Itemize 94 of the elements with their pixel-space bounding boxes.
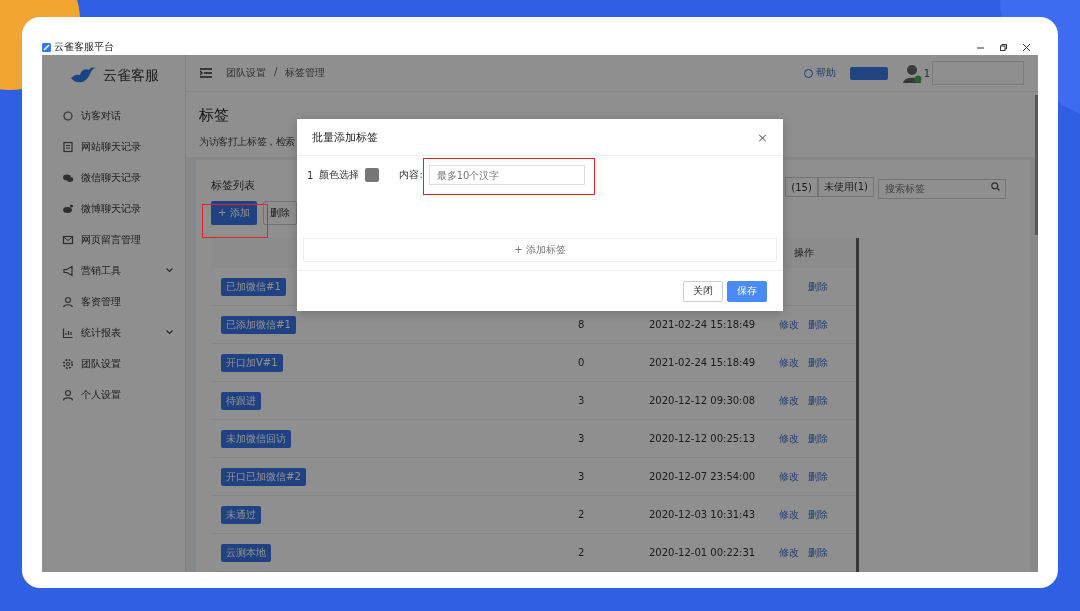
chevron-down-icon: [166, 330, 173, 335]
chevron-down-icon: [166, 268, 173, 273]
filter-tab[interactable]: (15): [785, 177, 818, 197]
table-cell-text: 2: [578, 509, 586, 520]
sidebar-item[interactable]: 客资管理: [42, 286, 185, 317]
tag-label: 开口已加微信#2: [221, 467, 306, 486]
tag-label: 待跟进: [221, 391, 261, 410]
action-link[interactable]: 删除: [808, 317, 828, 332]
tag-label: 未通过: [221, 505, 261, 524]
sidebar-item[interactable]: 网站聊天记录: [42, 131, 185, 162]
tag-label: 未加微信回访: [221, 429, 291, 448]
content-field[interactable]: 最多10个汉字: [428, 165, 585, 185]
table-cell-text: 2021-02-24 15:18:49: [649, 357, 757, 368]
sidebar-item[interactable]: 微博聊天记录: [42, 193, 185, 224]
sidebar-item[interactable]: 营销工具: [42, 255, 185, 286]
action-link[interactable]: 修改: [779, 545, 799, 560]
action-link[interactable]: 修改: [779, 393, 799, 408]
table-cell-text: 2020-12-01 00:22:31: [649, 547, 757, 558]
tag-label: 已加微信#1: [221, 277, 286, 296]
action-link[interactable]: 修改: [779, 355, 799, 370]
action-link[interactable]: 删除: [808, 469, 828, 484]
sidebar-item[interactable]: 访客对话: [42, 100, 185, 131]
breadcrumb-link[interactable]: 团队设置: [226, 66, 266, 81]
breadcrumb-current: 标签管理: [285, 66, 326, 81]
page-description: 为访客打上标签，检索: [199, 135, 295, 150]
app-icon: [42, 42, 51, 52]
card-title: 标签列表: [211, 178, 255, 193]
table-cell-text: 8: [578, 319, 586, 330]
cancel-button[interactable]: 关闭: [683, 280, 723, 302]
gear-icon: [62, 357, 74, 370]
search-icon: [991, 182, 1000, 191]
action-link[interactable]: 修改: [779, 317, 799, 332]
color-label: 颜色选择: [319, 168, 360, 182]
version-badge: [849, 66, 888, 80]
action-link[interactable]: 修改: [779, 431, 799, 446]
logo-text: 云雀客服: [102, 67, 159, 85]
megaphone-icon: [62, 264, 74, 277]
page-title: 标签: [199, 106, 230, 126]
action-link[interactable]: 修改: [779, 507, 799, 522]
close-button[interactable]: ×: [757, 129, 768, 145]
help-link[interactable]: 帮助: [803, 66, 836, 81]
table-cell-text: 2020-12-03 10:31:43: [649, 509, 757, 520]
delete-button[interactable]: 删除: [262, 201, 297, 225]
filter-tab[interactable]: 未使用(1): [817, 177, 874, 197]
bar-chart-icon: [62, 326, 74, 339]
action-link[interactable]: 删除: [808, 279, 828, 294]
user-icon: [62, 388, 74, 401]
add-button[interactable]: + 添加: [211, 201, 257, 225]
window-title: 云雀客服平台: [54, 40, 114, 54]
sidebar-item[interactable]: 团队设置: [42, 348, 185, 379]
chat-icon: [62, 109, 74, 122]
action-link[interactable]: 删除: [808, 545, 828, 560]
sidebar-item[interactable]: 微信聊天记录: [42, 162, 185, 193]
color-picker[interactable]: [365, 168, 380, 182]
table-cell-text: 2: [578, 547, 586, 558]
action-link[interactable]: 删除: [808, 355, 828, 370]
tag-label: 已添加微信#1: [221, 315, 296, 334]
action-link[interactable]: 删除: [808, 507, 828, 522]
add-tag-button[interactable]: + 添加标签: [303, 238, 777, 262]
save-button[interactable]: 保存: [727, 280, 767, 302]
table-cell-text: 2020-12-12 09:30:08: [649, 395, 757, 406]
table-cell-text: 3: [578, 433, 586, 444]
column-header: 操作: [793, 246, 814, 260]
sidebar-item[interactable]: 网页留言管理: [42, 224, 185, 255]
restore-icon[interactable]: [1000, 43, 1007, 51]
action-link[interactable]: 删除: [808, 393, 828, 408]
table-cell-text: 0: [578, 357, 586, 368]
bird-icon: [62, 202, 74, 215]
search-field[interactable]: 搜索标签: [878, 178, 1006, 199]
sidebar-item[interactable]: 个人设置: [42, 379, 185, 410]
dialog-title: 批量添加标签: [312, 129, 378, 145]
action-link[interactable]: 修改: [779, 469, 799, 484]
row-number: 1: [307, 169, 314, 181]
action-link[interactable]: 删除: [808, 431, 828, 446]
tag-label: 云测本地: [221, 543, 271, 562]
tag-label: 开口加V#1: [221, 353, 283, 372]
menu-icon[interactable]: [200, 68, 212, 79]
help-icon: [803, 68, 813, 78]
highlight-box: [202, 204, 268, 238]
table-cell-text: 3: [578, 395, 586, 406]
person-icon: [62, 295, 74, 308]
document-icon: [62, 140, 74, 153]
breadcrumb-separator: /: [274, 66, 278, 80]
close-icon[interactable]: [1023, 43, 1030, 51]
table-cell-text: 2020-12-12 00:25:13: [649, 433, 757, 444]
sidebar-item[interactable]: 统计报表: [42, 317, 185, 348]
content-label: 内容:: [399, 168, 423, 182]
table-cell-text: 3: [578, 471, 586, 482]
table-cell-text: 2021-02-24 15:18:49: [649, 319, 757, 330]
table-cell-text: 2020-12-07 23:54:00: [649, 471, 757, 482]
scrollbar[interactable]: [1035, 95, 1038, 235]
envelope-icon: [62, 233, 74, 246]
user-name: 1: [923, 67, 930, 79]
avatar-icon[interactable]: [901, 63, 922, 84]
